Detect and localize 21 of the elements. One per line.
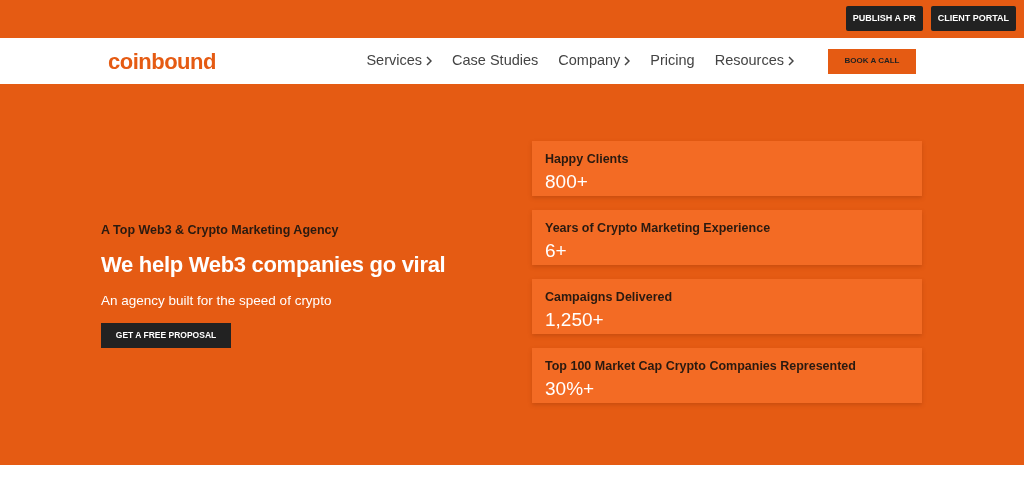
top-bar-button[interactable]: CLIENT PORTAL [930, 6, 1016, 31]
hero-heading: We help Web3 companies go viral [101, 250, 446, 279]
stat-label: Happy Clients [545, 150, 630, 168]
stat-value: 800+ [545, 171, 589, 195]
book-call-button[interactable]: BOOK A CALL [828, 48, 916, 74]
hero-eyebrow: A Top Web3 & Crypto Marketing Agency [101, 222, 339, 239]
stat-value: 6+ [545, 240, 568, 264]
stat-value: 1,250+ [545, 309, 605, 333]
stat-label: Campaigns Delivered [545, 288, 674, 306]
nav-link[interactable]: Pricing [650, 50, 695, 72]
nav-link[interactable]: Resources [714, 50, 794, 72]
nav-link[interactable]: Case Studies [452, 50, 539, 72]
stat-value: 30%+ [545, 378, 596, 402]
nav-link[interactable]: Company [558, 50, 631, 72]
stat-label: Years of Crypto Marketing Experience [545, 219, 772, 237]
proposal-button[interactable]: GET A FREE PROPOSAL [101, 323, 231, 348]
nav-link[interactable]: Services [366, 50, 433, 72]
top-bar-button[interactable]: PUBLISH A PR [845, 6, 923, 31]
stat-label: Top 100 Market Cap Crypto Companies Represented [545, 357, 857, 375]
logo[interactable]: coinbound [108, 44, 216, 78]
hero-subheading: An agency built for the speed of crypto [101, 291, 332, 310]
